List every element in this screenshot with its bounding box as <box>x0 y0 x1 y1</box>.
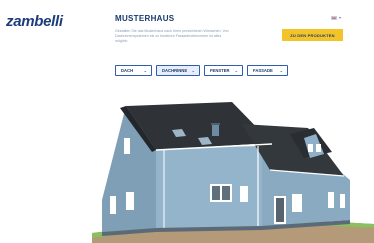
dropdown-fassade[interactable]: FASSADE ⌄ <box>247 65 288 76</box>
zambelli-logo[interactable]: zambelli <box>6 13 63 30</box>
chevron-down-icon: ▾ <box>339 15 342 20</box>
window <box>328 192 334 208</box>
house-model-image[interactable] <box>92 88 374 243</box>
chevron-down-icon: ⌄ <box>191 68 195 73</box>
window <box>126 192 134 210</box>
window <box>292 194 302 212</box>
chevron-down-icon: ⌄ <box>234 68 238 73</box>
dropdown-fenster[interactable]: FENSTER ⌄ <box>204 65 243 76</box>
page-title: MUSTERHAUS <box>115 14 175 23</box>
window <box>240 186 248 202</box>
chimney <box>212 124 219 136</box>
flag-icon <box>331 16 337 20</box>
window <box>340 194 345 208</box>
dropdown-label: FENSTER <box>210 68 230 73</box>
dropdown-label: DACHRINNE <box>162 68 188 73</box>
dropdown-dachrinne[interactable]: DACHRINNE ⌄ <box>156 65 200 76</box>
products-button[interactable]: ZU DEN PRODUKTEN <box>282 29 343 41</box>
dropdown-label: FASSADE <box>253 68 273 73</box>
dropdown-label: DACH <box>121 68 134 73</box>
chevron-down-icon: ⌄ <box>143 68 147 73</box>
dropdown-dach[interactable]: DACH ⌄ <box>115 65 152 76</box>
page-description: Gestalten Sie das Musterhaus nach Ihren … <box>115 29 229 44</box>
window <box>110 196 116 214</box>
language-selector[interactable]: ▾ <box>331 15 345 21</box>
window <box>124 138 130 154</box>
chevron-down-icon: ⌄ <box>279 68 283 73</box>
filter-bar: DACH ⌄ DACHRINNE ⌄ FENSTER ⌄ FASSADE ⌄ <box>115 65 288 76</box>
